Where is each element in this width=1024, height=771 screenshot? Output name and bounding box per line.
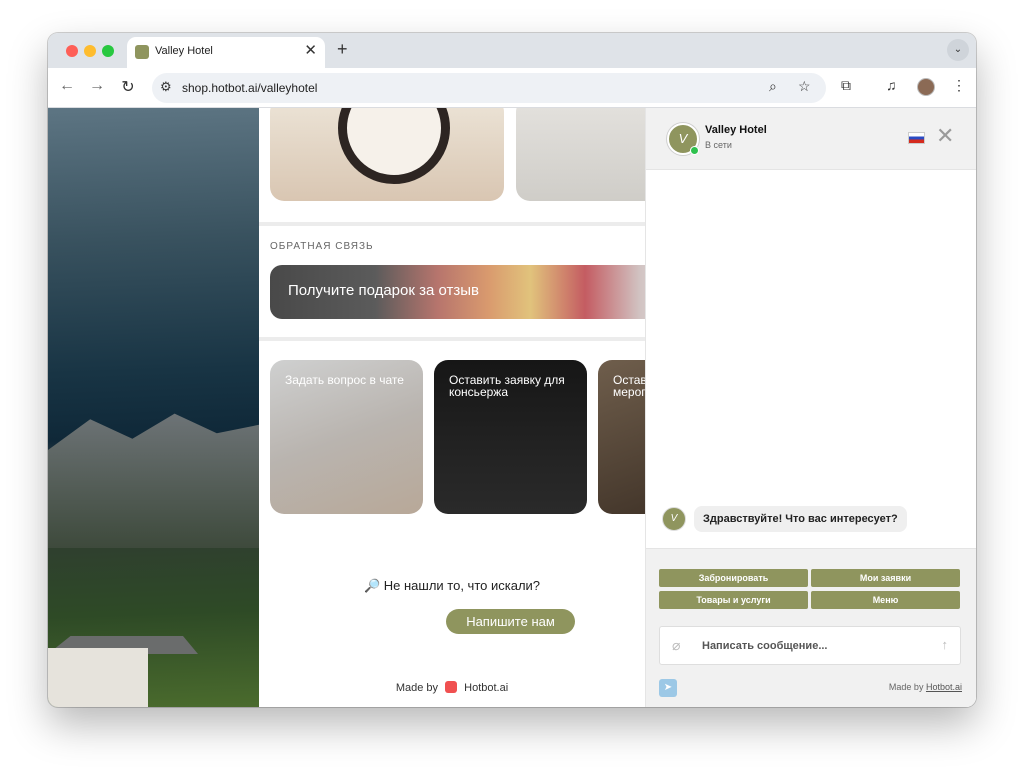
service-card-label: Оставить заявку для консьержа (449, 373, 565, 399)
chat-title: Valley Hotel (705, 124, 767, 136)
message-input[interactable] (702, 637, 922, 655)
towel-card[interactable] (516, 108, 645, 201)
service-card-event-request[interactable]: Оставить заявку на мероприятие (598, 360, 645, 514)
service-card-label: Задать вопрос в чате (285, 373, 404, 387)
magnifier-icon: 🔎 (363, 578, 381, 593)
paperclip-icon[interactable]: ⌀ (672, 637, 680, 654)
clock-icon (338, 108, 450, 184)
not-found-text: Не нашли то, что искали? (383, 578, 541, 593)
back-arrow-icon[interactable]: ← (57, 77, 77, 95)
reload-icon[interactable]: ↻ (118, 77, 138, 97)
divider (259, 337, 645, 341)
quick-reply-menu-button[interactable]: Меню (811, 591, 960, 609)
address-bar[interactable]: ⚙ shop.hotbot.ai/valleyhotel ⌕ ☆ (152, 73, 826, 103)
mountain-background-image (48, 108, 259, 707)
quick-reply-book-button[interactable]: Забронировать (659, 569, 808, 587)
chat-footer: Забронировать Мои заявки Товары и услуги… (646, 548, 976, 707)
new-tab-button[interactable]: + (337, 39, 348, 60)
made-by-label: Made by (395, 682, 439, 694)
not-found-prompt: 🔎 Не нашли то, что искали? (259, 578, 645, 594)
url-text[interactable]: shop.hotbot.ai/valleyhotel (182, 81, 317, 95)
chat-made-by: Made by Hotbot.ai (889, 682, 962, 692)
hotel-favicon-icon (135, 45, 149, 59)
chalet-shape (48, 648, 148, 707)
browser-window: Valley Hotel ✕ + ⌄ ← → ↻ ⚙ shop.hotbot.a… (48, 33, 976, 707)
maximize-window-button[interactable] (102, 45, 114, 57)
message-input-box: ⌀ ↑ (659, 626, 961, 665)
close-icon[interactable]: ✕ (304, 42, 317, 60)
bookmark-star-icon[interactable]: ☆ (798, 78, 811, 95)
feedback-section-title: ОБРАТНАЯ СВЯЗЬ (270, 241, 374, 252)
mountain-shape (48, 413, 259, 548)
extensions-icon[interactable]: ⧉ (841, 77, 851, 94)
zoom-icon[interactable]: ⌕ (769, 78, 777, 95)
feedback-banner-label: Получите подарок за отзыв (288, 282, 479, 299)
quick-reply-my-requests-button[interactable]: Мои заявки (811, 569, 960, 587)
telegram-icon[interactable]: ➤ (659, 679, 677, 697)
chat-widget: V Valley Hotel В сети ✕ V Здравствуйте! … (645, 108, 976, 707)
tab-title: Valley Hotel (155, 45, 213, 57)
russian-flag-language-icon[interactable] (908, 132, 925, 144)
profile-avatar[interactable] (917, 78, 935, 96)
send-arrow-icon[interactable]: ↑ (942, 637, 949, 652)
online-status-dot (690, 146, 699, 155)
service-card-label: Оставить заявку на мероприятие (613, 373, 645, 399)
alarm-clock-card[interactable] (270, 108, 504, 201)
hotbot-logo-icon (445, 681, 458, 693)
page-viewport: ОБРАТНАЯ СВЯЗЬ Получите подарок за отзыв… (48, 108, 976, 707)
tab-strip: Valley Hotel ✕ + ⌄ (48, 33, 976, 68)
site-settings-icon[interactable]: ⚙ (160, 79, 172, 95)
chat-hotbot-link[interactable]: Hotbot.ai (926, 682, 962, 692)
service-card-chat-question[interactable]: Задать вопрос в чате (270, 360, 423, 514)
bot-avatar-icon: V (662, 507, 686, 531)
write-us-button[interactable]: Напишите нам (446, 609, 575, 634)
quick-reply-goods-services-button[interactable]: Товары и услуги (659, 591, 808, 609)
service-card-concierge-request[interactable]: Оставить заявку для консьержа (434, 360, 587, 514)
made-by-footer: Made by Hotbot.ai (259, 681, 645, 694)
bot-message: Здравствуйте! Что вас интересует? (694, 506, 907, 532)
close-window-button[interactable] (66, 45, 78, 57)
feedback-banner[interactable]: Получите подарок за отзыв (270, 265, 645, 319)
hotbot-brand-link[interactable]: Hotbot.ai (464, 682, 508, 694)
chat-header: V Valley Hotel В сети ✕ (646, 108, 976, 170)
tab-valley-hotel[interactable]: Valley Hotel ✕ (127, 37, 325, 68)
chat-made-by-label: Made by (888, 682, 924, 692)
divider (259, 222, 645, 226)
more-menu-icon[interactable]: ⋮ (952, 77, 966, 94)
hotel-content: ОБРАТНАЯ СВЯЗЬ Получите подарок за отзыв… (259, 108, 645, 707)
minimize-window-button[interactable] (84, 45, 96, 57)
close-icon[interactable]: ✕ (936, 124, 954, 148)
media-control-icon[interactable]: ♫ (886, 77, 897, 93)
tab-search-button[interactable]: ⌄ (947, 39, 969, 61)
forward-arrow-icon[interactable]: → (87, 77, 107, 95)
chat-status: В сети (705, 140, 732, 150)
browser-toolbar: ← → ↻ ⚙ shop.hotbot.ai/valleyhotel ⌕ ☆ ⧉… (48, 68, 976, 108)
